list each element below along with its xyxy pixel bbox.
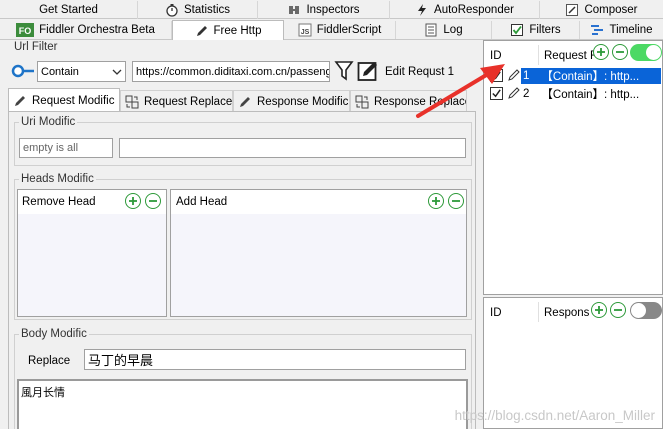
request-enable-toggle[interactable] — [630, 44, 662, 61]
toggle-knob — [646, 45, 661, 60]
subtab-request-replace[interactable]: Request Replace — [120, 90, 233, 112]
tab-inspectors[interactable]: Inspectors — [258, 1, 390, 19]
remove-head-remove-button[interactable] — [145, 193, 161, 209]
request-col-divider — [538, 45, 539, 65]
checkbox-icon — [510, 23, 524, 37]
add-head-title: Add Head — [176, 196, 228, 208]
log-icon — [424, 23, 438, 37]
tab-composer[interactable]: Composer — [540, 1, 663, 19]
filter-funnel-icon[interactable] — [334, 60, 354, 85]
uri-replace-input[interactable] — [119, 138, 466, 158]
uri-filter-input[interactable]: empty is all — [19, 138, 113, 158]
request-add-rule-button[interactable] — [593, 44, 609, 60]
plus-icon — [597, 48, 605, 56]
minus-icon — [452, 200, 460, 202]
heads-modific-label: Heads Modific — [19, 173, 96, 185]
request-col-name: Request R — [544, 50, 594, 62]
annotation-arrow-icon — [416, 64, 505, 118]
pencil-icon — [13, 94, 27, 108]
inspectors-icon — [287, 3, 301, 17]
replace-label: Replace — [28, 355, 71, 367]
js-icon: JS — [298, 23, 312, 37]
tab-row-secondary: FO Fiddler Orchestra Beta Free Http JS F… — [0, 20, 663, 40]
pencil-icon — [195, 24, 209, 38]
response-add-rule-button[interactable] — [591, 302, 607, 318]
stopwatch-icon — [165, 3, 179, 17]
tab-fiddler-orchestra[interactable]: FO Fiddler Orchestra Beta — [0, 21, 172, 39]
tab-timeline[interactable]: Timeline — [580, 21, 663, 39]
add-head-remove-button[interactable] — [448, 193, 464, 209]
tab-get-started[interactable]: Get Started — [0, 1, 138, 19]
url-filter-input[interactable]: https://common.diditaxi.com.cn/passeng — [132, 61, 330, 82]
subtab-response-modific[interactable]: Response Modific — [233, 90, 350, 112]
tab-row-primary: Get Started Statistics Inspectors AutoRe… — [0, 0, 663, 19]
plus-icon — [595, 306, 603, 314]
timeline-icon — [590, 23, 604, 37]
response-remove-rule-button[interactable] — [610, 302, 626, 318]
uri-modific-label: Uri Modific — [19, 116, 78, 128]
minus-icon — [616, 51, 624, 53]
request-remove-rule-button[interactable] — [612, 44, 628, 60]
remove-head-title: Remove Head — [22, 196, 96, 208]
minus-icon — [614, 309, 622, 311]
remove-head-list[interactable]: Remove Head — [17, 189, 167, 317]
toggle-knob — [631, 303, 646, 318]
body-textarea[interactable]: 風月长情 — [17, 379, 468, 429]
body-replace-input[interactable]: 马丁的早晨 — [84, 349, 466, 370]
request-rule-row[interactable]: 1 【Contain】: http... — [521, 68, 661, 84]
rule-text: 【Contain】: http... — [541, 71, 640, 83]
plus-icon — [129, 197, 137, 205]
request-rule-list[interactable]: ID Request R 1 【Contain】: http... 2 【Con… — [483, 40, 663, 295]
svg-text:FO: FO — [19, 26, 32, 36]
response-col-id: ID — [490, 307, 502, 319]
watermark: https://blog.csdn.net/Aaron_Miller — [454, 408, 655, 423]
tab-log[interactable]: Log — [396, 21, 492, 39]
edit-icon[interactable] — [357, 60, 379, 85]
composer-icon — [565, 3, 579, 17]
replace-icon — [125, 95, 139, 109]
rule-id: 1 — [523, 70, 530, 82]
lightning-icon — [415, 3, 429, 17]
chevron-down-icon — [112, 67, 122, 79]
match-mode-select[interactable]: Contain — [37, 61, 126, 82]
request-rule-row[interactable]: 2 【Contain】: http... — [521, 86, 661, 102]
rule-id: 2 — [523, 88, 530, 100]
remove-head-add-button[interactable] — [125, 193, 141, 209]
rule-text: 【Contain】: http... — [541, 89, 640, 101]
replace-icon — [355, 95, 369, 109]
url-filter-key-icon — [11, 63, 35, 82]
body-modific-label: Body Modific — [19, 328, 89, 340]
plus-icon — [432, 197, 440, 205]
tab-statistics[interactable]: Statistics — [138, 1, 258, 19]
tab-free-http[interactable]: Free Http — [172, 20, 284, 40]
add-head-list[interactable]: Add Head — [170, 189, 467, 317]
response-col-name: Respons — [544, 307, 590, 319]
tab-filters[interactable]: Filters — [492, 21, 580, 39]
response-enable-toggle[interactable] — [630, 302, 662, 319]
svg-text:JS: JS — [300, 29, 309, 36]
tab-fiddlerscript[interactable]: JS FiddlerScript — [284, 21, 396, 39]
fo-icon: FO — [16, 23, 35, 37]
add-head-add-button[interactable] — [428, 193, 444, 209]
pencil-icon — [238, 95, 252, 109]
minus-icon — [149, 200, 157, 202]
response-col-divider — [538, 302, 539, 322]
url-filter-label: Url Filter — [12, 41, 60, 53]
subtab-request-modific[interactable]: Request Modific — [8, 88, 120, 112]
tab-autoresponder[interactable]: AutoResponder — [390, 1, 540, 19]
